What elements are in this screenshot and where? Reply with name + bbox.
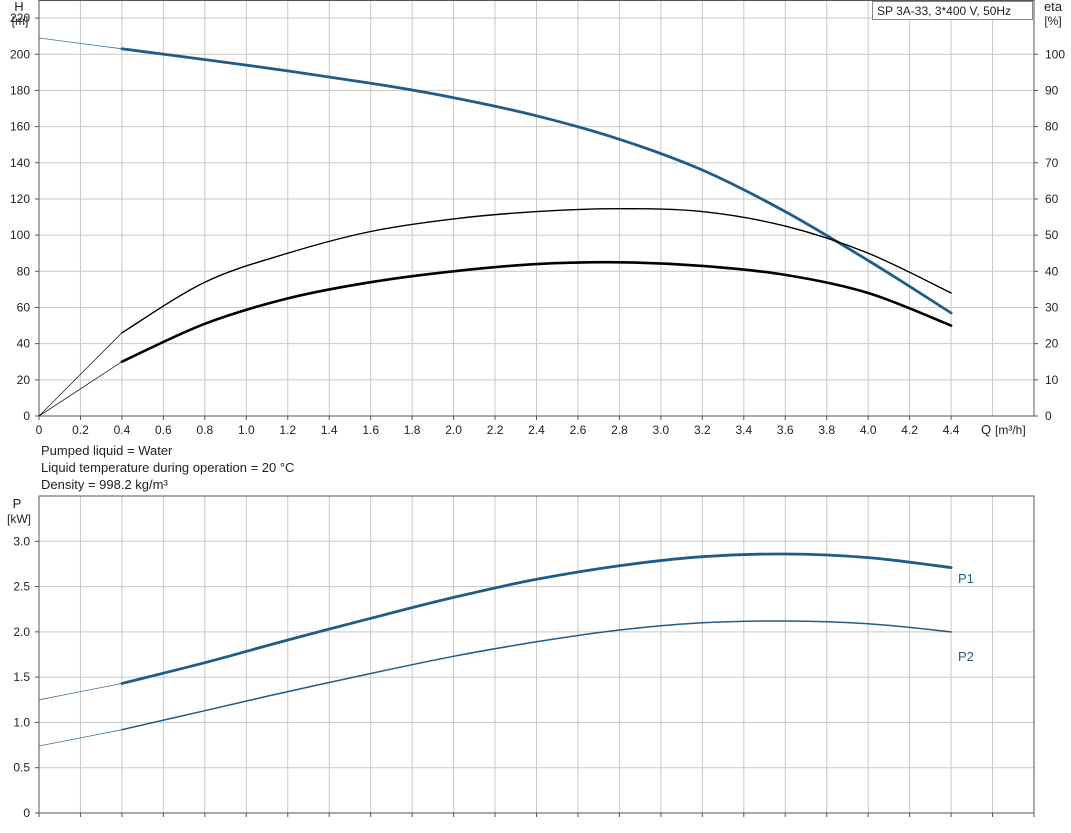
pumped-liquid-note: Pumped liquid = Water bbox=[41, 443, 173, 458]
x-tick-label: 1.2 bbox=[279, 423, 296, 437]
x-tick-label: 4.0 bbox=[860, 423, 877, 437]
power-y-tick-label: 3.0 bbox=[13, 534, 30, 548]
density-note: Density = 998.2 kg/m³ bbox=[41, 477, 168, 492]
head-y-tick-label: 120 bbox=[10, 192, 30, 206]
x-tick-label: 4.4 bbox=[943, 423, 960, 437]
eta-y-tick-label: 70 bbox=[1045, 156, 1059, 170]
power-y-tick-label: 1.0 bbox=[13, 715, 30, 729]
x-tick-label: 1.6 bbox=[362, 423, 379, 437]
x-tick-label: 2.0 bbox=[445, 423, 462, 437]
x-tick-label: 1.4 bbox=[321, 423, 338, 437]
head-y-tick-label: 140 bbox=[10, 156, 30, 170]
eta-y-tick-label: 80 bbox=[1045, 120, 1059, 134]
head-y-tick-label: 40 bbox=[17, 337, 31, 351]
x-tick-label: 2.8 bbox=[611, 423, 628, 437]
power-y-tick-label: 0 bbox=[23, 806, 30, 820]
head-y-tick-label: 20 bbox=[17, 373, 31, 387]
x-tick-label: 0.6 bbox=[155, 423, 172, 437]
x-tick-label: 3.0 bbox=[653, 423, 670, 437]
eta-y-tick-label: 100 bbox=[1045, 47, 1065, 61]
head-chart-ticks: 0204060801001201401601802002200102030405… bbox=[10, 11, 1065, 437]
power-y-tick-label: 2.0 bbox=[13, 625, 30, 639]
head-y-tick-label: 160 bbox=[10, 120, 30, 134]
power-y-tick-label: 1.5 bbox=[13, 670, 30, 684]
x-tick-label: 2.6 bbox=[570, 423, 587, 437]
eta-y-tick-label: 20 bbox=[1045, 337, 1059, 351]
eta-y-tick-label: 0 bbox=[1045, 409, 1052, 423]
x-tick-label: 4.2 bbox=[901, 423, 918, 437]
y2-axis-name-eta: eta bbox=[1044, 0, 1063, 14]
eta-y-tick-label: 60 bbox=[1045, 192, 1059, 206]
liquid-info: Pumped liquid = Water Liquid temperature… bbox=[41, 442, 294, 493]
x-tick-label: 2.2 bbox=[487, 423, 504, 437]
power-y-tick-label: 2.5 bbox=[13, 580, 30, 594]
head-y-tick-label: 80 bbox=[17, 264, 31, 278]
power-chart-grid bbox=[38, 495, 1035, 814]
eta-y-tick-label: 10 bbox=[1045, 373, 1059, 387]
x-tick-label: 1.0 bbox=[238, 423, 255, 437]
x-tick-label: 3.4 bbox=[735, 423, 752, 437]
y-axis-name-p: P bbox=[13, 496, 22, 511]
y2-axis-unit-eta: [%] bbox=[1044, 14, 1061, 28]
chart-title: SP 3A-33, 3*400 V, 50Hz bbox=[872, 1, 1033, 20]
y-axis-name-h: H bbox=[14, 0, 23, 14]
head-y-tick-label: 0 bbox=[23, 409, 30, 423]
eta-y-tick-label: 50 bbox=[1045, 228, 1059, 242]
x-tick-label: 3.6 bbox=[777, 423, 794, 437]
x-tick-label: 0.2 bbox=[72, 423, 89, 437]
power-y-tick-label: 0.5 bbox=[13, 761, 30, 775]
liquid-temperature-note: Liquid temperature during operation = 20… bbox=[41, 460, 295, 475]
x-tick-label: 3.8 bbox=[818, 423, 835, 437]
series-label-p2: P2 bbox=[958, 649, 974, 664]
x-axis-unit-q: [m³/h] bbox=[995, 423, 1026, 437]
head-y-tick-label: 180 bbox=[10, 83, 30, 97]
head-chart-grid bbox=[38, 0, 1035, 417]
series-label-p1: P1 bbox=[958, 571, 974, 586]
x-tick-label: 0 bbox=[36, 423, 43, 437]
eta-y-tick-label: 30 bbox=[1045, 300, 1059, 314]
x-tick-label: 0.8 bbox=[196, 423, 213, 437]
x-tick-label: 0.4 bbox=[114, 423, 131, 437]
head-y-tick-label: 100 bbox=[10, 228, 30, 242]
y-axis-unit-p: [kW] bbox=[7, 512, 31, 526]
x-tick-label: 3.2 bbox=[694, 423, 711, 437]
y-axis-unit-h: [m] bbox=[12, 14, 29, 28]
x-tick-label: 2.4 bbox=[528, 423, 545, 437]
eta-y-tick-label: 40 bbox=[1045, 264, 1059, 278]
head-y-tick-label: 200 bbox=[10, 47, 30, 61]
x-axis-name-q: Q bbox=[981, 422, 991, 437]
x-tick-label: 1.8 bbox=[404, 423, 421, 437]
head-y-tick-label: 60 bbox=[17, 300, 31, 314]
eta-y-tick-label: 90 bbox=[1045, 83, 1059, 97]
pump-curve-chart: 0204060801001201401601802002200102030405… bbox=[7, 0, 1065, 820]
